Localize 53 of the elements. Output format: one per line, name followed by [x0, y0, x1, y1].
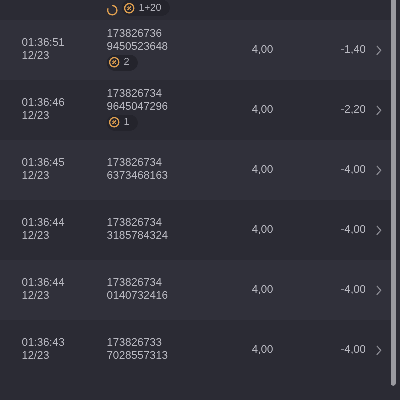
amount-text: 4,00 — [252, 284, 274, 296]
time-text: 01:36:46 — [22, 97, 66, 110]
id-text: 3185784324 — [107, 230, 170, 243]
date-text: 12/23 — [22, 230, 51, 243]
id-text: 173826734 — [107, 157, 164, 170]
date-text: 12/23 — [22, 350, 51, 363]
time-text: 01:36:44 — [22, 277, 66, 290]
id-text: 173826734 — [107, 88, 164, 101]
id-text: 173826736 — [107, 28, 164, 41]
id-text: 9645047296 — [107, 100, 170, 114]
chevron-right-icon — [376, 224, 382, 236]
count-text: 2 — [124, 56, 130, 70]
id-text: 7028557313 — [107, 350, 170, 363]
transaction-row[interactable]: 01:36:45 12/23 173826734 6373468163 4,00 -4,00 — [0, 140, 400, 200]
coin-icon — [109, 117, 120, 128]
date-text: 12/23 — [22, 290, 51, 303]
chevron-right-icon — [376, 164, 382, 176]
transaction-row[interactable]: 01:36:51 12/23 173826736 9450523648 2 4,00 -1,40 — [0, 20, 400, 80]
chevron-right-icon — [376, 344, 382, 356]
date-text: 12/23 — [22, 170, 51, 183]
date-text: 12/23 — [22, 50, 51, 63]
amount-text: 4,00 — [252, 104, 274, 116]
coin-icon — [124, 2, 135, 14]
date-text: 12/23 — [22, 110, 51, 123]
result-text: -4,00 — [340, 224, 366, 236]
result-text: -4,00 — [340, 284, 366, 296]
amount-text: 4,00 — [252, 224, 274, 236]
time-text: 01:36:44 — [22, 217, 66, 230]
id-text: 173826734 — [107, 217, 164, 230]
id-text: 9450523648 — [107, 40, 170, 54]
result-text: -1,40 — [340, 44, 366, 56]
result-text: -4,00 — [340, 344, 366, 356]
coin-icon — [109, 57, 120, 68]
id-text: 173826733 — [107, 337, 164, 350]
id-text: 173826734 — [107, 277, 164, 290]
id-text: 0140732416 — [107, 290, 170, 303]
time-text: 01:36:43 — [22, 337, 66, 350]
time-text: 01:36:51 — [22, 37, 66, 50]
time-text: 01:36:45 — [22, 157, 66, 170]
scrollbar[interactable] — [391, 0, 396, 386]
chevron-right-icon — [376, 284, 382, 296]
count-text: 1 — [124, 116, 130, 130]
id-text: 6373468163 — [107, 170, 170, 183]
amount-text: 4,00 — [252, 344, 274, 356]
count-text: 1+20 — [139, 2, 162, 14]
chevron-right-icon — [376, 44, 382, 56]
chevron-right-icon — [376, 104, 382, 116]
result-text: -2,20 — [340, 104, 366, 116]
amount-text: 4,00 — [252, 44, 274, 56]
result-text: -4,00 — [340, 164, 366, 176]
transaction-row[interactable]: 01:36:44 12/23 173826734 0140732416 4,00 -4,00 — [0, 260, 400, 320]
spinner-icon — [107, 5, 118, 16]
amount-text: 4,00 — [252, 164, 274, 176]
